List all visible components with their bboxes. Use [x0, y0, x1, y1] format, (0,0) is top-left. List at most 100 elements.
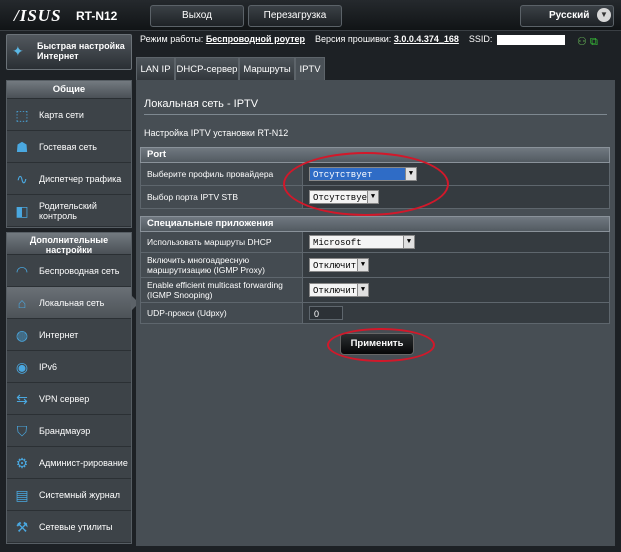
iptv-stb-port-select[interactable]: Отсутствует ▼: [309, 190, 379, 204]
dhcp-routes-select[interactable]: Microsoft ▼: [309, 235, 415, 249]
provider-profile-label: Выберите профиль провайдера: [141, 163, 303, 185]
mode-label: Режим работы:: [140, 34, 204, 44]
ssid-label: SSID:: [468, 34, 493, 44]
sidebar-item-parental-control[interactable]: ◧ Родительский контроль: [7, 195, 131, 227]
title-divider: [144, 114, 607, 115]
sidebar-item-network-map[interactable]: ⬚ Карта сети: [7, 99, 131, 131]
usb-status-icon[interactable]: ⧉: [590, 36, 598, 48]
tab-routes[interactable]: Маршруты: [239, 57, 295, 81]
chevron-down-icon: ▼: [367, 191, 378, 203]
wireless-icon: ◠: [15, 263, 29, 279]
table-row: Enable efficient multicast forwarding (I…: [140, 278, 610, 303]
network-map-icon: ⬚: [15, 107, 29, 123]
traffic-manager-icon: ∿: [16, 171, 28, 187]
sidebar-item-label: IPv6: [39, 361, 58, 372]
router-model: RT-N12: [76, 9, 118, 23]
igmp-proxy-value: Отключить: [313, 261, 362, 271]
sidebar-item-label: Родительский контроль: [39, 200, 97, 221]
status-info-bar: Режим работы: Беспроводной роутер Версия…: [140, 34, 615, 48]
mode-value-link[interactable]: Беспроводной роутер: [206, 34, 305, 44]
chevron-down-icon: ▼: [403, 236, 414, 248]
iptv-panel: Локальная сеть - IPTV Настройка IPTV уст…: [136, 80, 615, 546]
internet-globe-icon: ◍: [15, 327, 29, 343]
page-description: Настройка IPTV установки RT-N12: [144, 128, 289, 138]
vpn-icon: ⇆: [16, 391, 28, 407]
firmware-label: Версия прошивки:: [315, 34, 392, 44]
logout-button[interactable]: Выход: [150, 5, 244, 27]
udpxy-port-input[interactable]: 0: [309, 306, 343, 320]
igmp-snooping-label: Enable efficient multicast forwarding (I…: [141, 278, 303, 302]
apply-button[interactable]: Применить: [340, 333, 414, 355]
admin-icon: ⚙: [15, 455, 29, 471]
sidebar-item-wireless[interactable]: ◠ Беспроводная сеть: [7, 255, 131, 287]
udpxy-label: UDP-прокси (Udpxy): [141, 303, 303, 323]
sidebar-item-label: Системный журнал: [39, 489, 120, 500]
sidebar-item-label: Админист-рирование: [39, 457, 128, 468]
language-select[interactable]: Русский ▼: [520, 5, 614, 27]
parental-control-icon: ◧: [15, 203, 29, 219]
sidebar-item-label: VPN сервер: [39, 393, 90, 404]
page-title: Локальная сеть - IPTV: [144, 98, 259, 110]
igmp-snooping-value: Отключить: [313, 286, 362, 296]
magic-wand-icon: ✦: [12, 43, 24, 59]
tab-iptv[interactable]: IPTV: [295, 57, 325, 81]
sidebar-item-lan[interactable]: ⌂ Локальная сеть: [7, 287, 139, 319]
quick-setup-label: Быстрая настройка Интернет: [37, 41, 125, 61]
chevron-down-icon: ▼: [597, 8, 611, 22]
status-icons: ⚇ ⧉: [577, 35, 598, 49]
ssid-value: [497, 35, 565, 45]
sidebar-group-advanced: Дополнительные настройки ◠ Беспроводная с…: [6, 232, 139, 544]
ipv6-icon: ◉: [15, 359, 29, 375]
asus-logo: /ISUS: [14, 6, 62, 25]
table-row: UDP-прокси (Udpxy) 0: [140, 303, 610, 324]
table-row: Выбор порта IPTV STB Отсутствует ▼: [140, 186, 610, 209]
port-section: Port Выберите профиль провайдера Отсутст…: [140, 147, 610, 209]
sidebar-item-internet-globe[interactable]: ◍ Интернет: [7, 319, 131, 351]
table-row: Выберите профиль провайдера Отсутствует ▼: [140, 163, 610, 186]
firewall-shield-icon: ⛉: [16, 423, 28, 439]
igmp-proxy-select[interactable]: Отключить ▼: [309, 258, 369, 272]
sidebar-item-admin[interactable]: ⚙ Админист-рирование: [7, 447, 131, 479]
sidebar-item-label: Брандмауэр: [39, 425, 91, 436]
section-header: Специальные приложения: [140, 216, 610, 232]
sidebar-item-traffic-manager[interactable]: ∿ Диспетчер трафика: [7, 163, 131, 195]
igmp-snooping-select[interactable]: Отключить ▼: [309, 283, 369, 297]
special-apps-section: Специальные приложения Использовать марш…: [140, 216, 610, 324]
chevron-down-icon: ▼: [405, 168, 416, 180]
sidebar-item-ipv6[interactable]: ◉ IPv6: [7, 351, 131, 383]
sidebar-item-label: Беспроводная сеть: [39, 265, 120, 276]
sidebar-item-system-log[interactable]: ▤ Системный журнал: [7, 479, 131, 511]
guest-network-icon: ☗: [15, 139, 29, 155]
chevron-down-icon: ▼: [357, 284, 368, 296]
provider-profile-value: Отсутствует: [313, 170, 373, 180]
reboot-button[interactable]: Перезагрузка: [248, 5, 342, 27]
sidebar-item-label: Локальная сеть: [39, 297, 105, 308]
sidebar-group-general: Общие ⬚ Карта сети ☗ Гостевая сеть ∿ Диспетче…: [6, 80, 132, 228]
iptv-stb-port-label: Выбор порта IPTV STB: [141, 186, 303, 208]
sidebar-item-guest-network[interactable]: ☗ Гостевая сеть: [7, 131, 131, 163]
igmp-proxy-label: Включить многоадресную маршрутизацию (IG…: [141, 253, 303, 277]
table-row: Использовать маршруты DHCP Microsoft ▼: [140, 232, 610, 253]
system-log-icon: ▤: [15, 487, 29, 503]
quick-internet-setup-button[interactable]: ✦ Быстрая настройка Интернет: [6, 34, 132, 70]
tab-dhcp-server[interactable]: DHCP-сервер: [175, 57, 239, 81]
sidebar-group-title: Общие: [7, 81, 131, 99]
firmware-value-link[interactable]: 3.0.0.4.374_168: [394, 34, 459, 44]
sidebar-item-label: Диспетчер трафика: [39, 173, 122, 184]
provider-profile-select[interactable]: Отсутствует ▼: [309, 167, 417, 181]
sidebar-item-label: Сетевые утилиты: [39, 521, 113, 532]
network-tools-icon: ⚒: [15, 519, 29, 535]
sidebar: ✦ Быстрая настройка Интернет Общие ⬚ Карт…: [0, 31, 139, 552]
top-bar: /ISUS RT-N12 Выход Перезагрузка Русский …: [0, 0, 621, 31]
lan-icon: ⌂: [17, 295, 27, 311]
sidebar-item-network-tools[interactable]: ⚒ Сетевые утилиты: [7, 511, 131, 543]
clients-icon[interactable]: ⚇: [577, 36, 587, 48]
language-label: Русский: [549, 10, 590, 21]
table-row: Включить многоадресную маршрутизацию (IG…: [140, 253, 610, 278]
sidebar-group-title: Дополнительные настройки: [7, 233, 131, 255]
tab-lan-ip[interactable]: LAN IP: [136, 57, 175, 81]
sidebar-item-vpn[interactable]: ⇆ VPN сервер: [7, 383, 131, 415]
chevron-down-icon: ▼: [357, 259, 368, 271]
sidebar-item-firewall-shield[interactable]: ⛉ Брандмауэр: [7, 415, 131, 447]
iptv-stb-port-value: Отсутствует: [313, 193, 373, 203]
